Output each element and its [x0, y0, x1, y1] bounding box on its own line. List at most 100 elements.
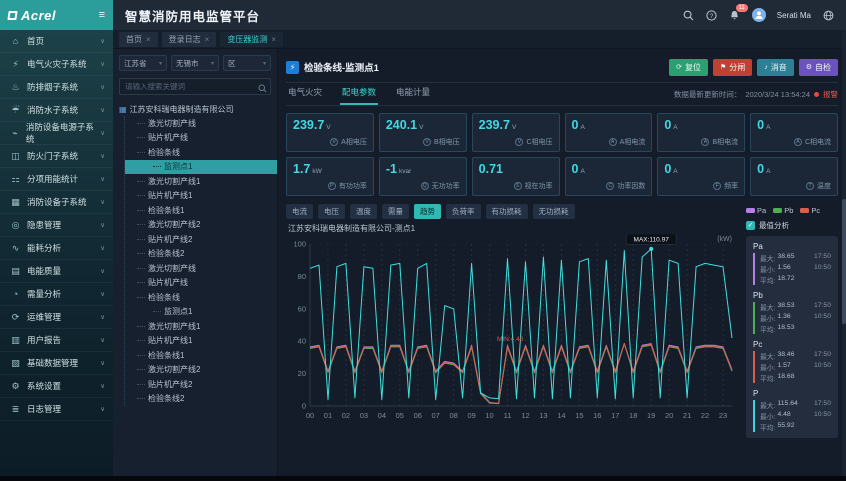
tree-item-4[interactable]: 激光切割产线1 — [125, 174, 271, 189]
tree-item-19[interactable]: 检验条线2 — [125, 392, 271, 407]
sidebar-item-label: 消防设备电源子系统 — [26, 121, 94, 145]
metric-type-icon: F — [713, 182, 721, 190]
acrel-logo-text: Acrel — [21, 8, 56, 23]
y-tick-label: 60 — [298, 304, 306, 313]
metric-value-row: 0A — [664, 162, 738, 176]
metric-value-row: 239.7V — [479, 118, 553, 132]
legend-swatch — [746, 208, 755, 213]
province-select[interactable]: 江苏省▾ — [119, 55, 167, 71]
avatar[interactable] — [752, 8, 766, 22]
sidebar-item-14[interactable]: ▧基础数据管理∨ — [0, 352, 113, 375]
sidebar-item-5[interactable]: ◫防火门子系统∨ — [0, 145, 113, 168]
search-icon[interactable] — [258, 80, 267, 98]
sidebar-item-11[interactable]: ◔需量分析∨ — [0, 283, 113, 306]
device-icon: ⚡ — [286, 61, 299, 74]
chart-tab-3[interactable]: 需量 — [382, 204, 409, 219]
chart-tab-5[interactable]: 负荷率 — [446, 204, 481, 219]
chevron-down-icon: ∨ — [100, 37, 105, 45]
legend-item-Pc[interactable]: Pc — [800, 206, 820, 215]
tree-root-company[interactable]: ▦江苏安科瑞电器制造有限公司 — [119, 102, 271, 116]
x-tick-label: 09 — [467, 411, 475, 420]
search-icon[interactable] — [683, 9, 695, 21]
chart-tab-1[interactable]: 电压 — [318, 204, 345, 219]
search-input[interactable] — [119, 78, 271, 95]
tree-item-16[interactable]: 检验条线1 — [125, 348, 271, 363]
sidebar-item-7[interactable]: ▦消防设备子系统∨ — [0, 191, 113, 214]
metric-label-row: T温度 — [806, 181, 831, 191]
section-tab-1[interactable]: 配电参数 — [340, 86, 378, 105]
tree-item-12[interactable]: 检验条线 — [125, 290, 271, 305]
sidebar-item-9[interactable]: ∿能耗分析∨ — [0, 237, 113, 260]
chart-tab-0[interactable]: 电流 — [286, 204, 313, 219]
minmax-stats-box: Pa最大:38.6517:50最小:1.5610:50平均:18.72Pb最大:… — [746, 236, 838, 438]
alarm-label[interactable]: 报警 — [823, 89, 838, 100]
legend-item-Pb[interactable]: Pb — [773, 206, 793, 215]
sidebar-item-16[interactable]: ≣日志管理∨ — [0, 398, 113, 421]
city-select[interactable]: 无锡市▾ — [171, 55, 219, 71]
tree-item-11[interactable]: 贴片机产线 — [125, 276, 271, 291]
tree-item-10[interactable]: 激光切割产线 — [125, 261, 271, 276]
sidebar-item-8[interactable]: ◎隐患管理∨ — [0, 214, 113, 237]
metric-label: 温度 — [817, 181, 831, 191]
scrollbar-thumb[interactable] — [842, 199, 846, 324]
tree-item-9[interactable]: 检验条线2 — [125, 247, 271, 262]
reset-button[interactable]: ⟳复位 — [669, 59, 708, 76]
username[interactable]: Serati Ma — [777, 11, 811, 20]
tree-item-2[interactable]: 检验条线 — [125, 145, 271, 160]
sidebar-item-13[interactable]: ▥用户报告∨ — [0, 329, 113, 352]
svg-text:?: ? — [710, 12, 714, 19]
tree-item-5[interactable]: 贴片机产线1 — [125, 189, 271, 204]
metric-type-icon: V — [515, 138, 523, 146]
chart-tab-4[interactable]: 趋势 — [414, 204, 441, 219]
sidebar-item-2[interactable]: ♨防排烟子系统∨ — [0, 76, 113, 99]
sidebar-item-0[interactable]: ⌂首页∨ — [0, 30, 113, 53]
button-label: 复位 — [685, 62, 701, 73]
tab-1[interactable]: 登录日志× — [162, 32, 217, 47]
tree-item-18[interactable]: 贴片机产线2 — [125, 377, 271, 392]
tree-item-13[interactable]: 监测点1 — [125, 305, 271, 320]
chart-tab-7[interactable]: 无功损耗 — [533, 204, 575, 219]
tree-item-7[interactable]: 激光切割产线2 — [125, 218, 271, 233]
close-icon[interactable]: × — [146, 35, 151, 44]
sidebar-item-3[interactable]: ☔消防水子系统∨ — [0, 99, 113, 122]
notifications-bell-icon[interactable]: 11 — [729, 9, 741, 21]
scrollbar[interactable] — [842, 30, 846, 476]
metric-card-7: -1kvarQ无功功率 — [379, 157, 467, 196]
sidebar-item-12[interactable]: ⟳运维管理∨ — [0, 306, 113, 329]
section-tab-2[interactable]: 电能计量 — [394, 86, 432, 105]
tree-item-14[interactable]: 激光切割产线1 — [125, 319, 271, 334]
tree-item-0[interactable]: 激光切割产线 — [125, 116, 271, 131]
close-icon[interactable]: × — [205, 35, 210, 44]
tree-item-3[interactable]: 监测点1 — [125, 160, 277, 175]
sidebar-item-10[interactable]: ▤电能质量∨ — [0, 260, 113, 283]
self-check-button[interactable]: ⚙自检 — [799, 59, 838, 76]
sidebar-item-4[interactable]: ⌁消防设备电源子系统∨ — [0, 122, 113, 145]
tree-item-6[interactable]: 检验条线1 — [125, 203, 271, 218]
help-icon[interactable]: ? — [706, 9, 718, 21]
sidebar-item-1[interactable]: ⚡电气火灾子系统∨ — [0, 53, 113, 76]
max-analysis-checkbox[interactable]: ✓ 最值分析 — [746, 220, 838, 231]
x-tick-label: 12 — [521, 411, 529, 420]
language-globe-icon[interactable] — [822, 9, 834, 21]
tab-2[interactable]: 变压器监测× — [220, 32, 283, 47]
stats-row: 最小:1.5610:50 — [760, 264, 831, 274]
tab-0[interactable]: 首页× — [119, 32, 158, 47]
trip-button[interactable]: ⚑分闸 — [713, 59, 752, 76]
metric-card-4: 0AAB相电流 — [657, 113, 745, 152]
mute-button[interactable]: ♪消音 — [757, 59, 794, 76]
tree-item-8[interactable]: 贴片机产线2 — [125, 232, 271, 247]
chart-tab-6[interactable]: 有功损耗 — [486, 204, 528, 219]
tree-connector — [137, 398, 145, 399]
sidebar-collapse-icon[interactable]: ≡ — [99, 9, 105, 21]
tree-item-17[interactable]: 激光切割产线2 — [125, 363, 271, 378]
sidebar-item-label: 消防水子系统 — [27, 104, 78, 116]
tree-item-15[interactable]: 贴片机产线1 — [125, 334, 271, 349]
close-icon[interactable]: × — [271, 35, 276, 44]
chart-tab-2[interactable]: 温度 — [350, 204, 377, 219]
legend-item-Pa[interactable]: Pa — [746, 206, 766, 215]
section-tab-0[interactable]: 电气火灾 — [286, 86, 324, 105]
sidebar-item-15[interactable]: ⚙系统设置∨ — [0, 375, 113, 398]
sidebar-item-6[interactable]: ⚏分项用能统计∨ — [0, 168, 113, 191]
district-select[interactable]: 区▾ — [223, 55, 271, 71]
tree-item-1[interactable]: 贴片机产线 — [125, 131, 271, 146]
